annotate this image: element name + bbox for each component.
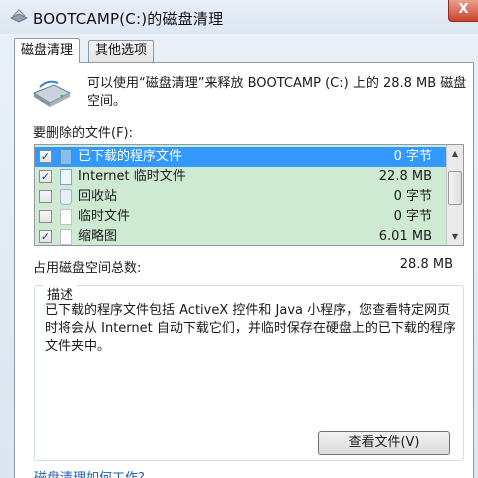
tab-more-options[interactable]: 其他选项	[88, 40, 155, 62]
files-listbox[interactable]: ✓ 已下载的程序文件 0 字节 ✓ Internet 临时文件 22.8 MB …	[34, 144, 464, 246]
file-row-temp-files[interactable]: 临时文件 0 字节	[35, 207, 446, 227]
files-to-delete-label: 要删除的文件(F):	[33, 126, 134, 141]
file-size: 22.8 MB	[378, 169, 432, 184]
file-row-thumbnails[interactable]: ✓ 缩略图 6.01 MB	[35, 227, 446, 245]
disk-cleanup-icon	[10, 9, 28, 23]
file-icon	[60, 209, 72, 225]
vertical-scrollbar[interactable]: ▲ ▼	[446, 145, 463, 245]
title-bar[interactable]: BOOTCAMP(C:)的磁盘清理 X	[0, 0, 478, 34]
file-size: 6.01 MB	[378, 229, 432, 244]
drive-icon	[32, 80, 72, 107]
file-size: 0 字节	[393, 189, 432, 204]
view-files-button[interactable]: 查看文件(V)	[318, 431, 450, 455]
checkbox-downloaded-programs[interactable]: ✓	[39, 150, 52, 163]
tab-bar: 磁盘清理 其他选项	[14, 38, 474, 63]
scroll-up-arrow-icon[interactable]: ▲	[447, 145, 463, 162]
description-legend: 描述	[43, 284, 78, 303]
file-name: Internet 临时文件	[78, 169, 186, 184]
file-row-recycle-bin[interactable]: 回收站 0 字节	[35, 187, 446, 207]
checkbox-temp-files[interactable]	[39, 210, 52, 223]
total-space-value: 28.8 MB	[399, 257, 453, 272]
total-space-label: 占用磁盘空间总数:	[33, 261, 142, 276]
disk-cleanup-window: BOOTCAMP(C:)的磁盘清理 X 磁盘清理 其他选项 可以使用“磁盘清理”…	[0, 0, 478, 478]
close-button[interactable]: X	[448, 0, 478, 22]
file-icon	[60, 229, 72, 245]
checkbox-thumbnails[interactable]: ✓	[39, 230, 52, 243]
help-link[interactable]: 磁盘清理如何工作?	[34, 467, 145, 478]
file-name: 已下载的程序文件	[78, 149, 183, 164]
tab-disk-cleanup[interactable]: 磁盘清理	[14, 38, 81, 63]
folder-icon	[60, 149, 72, 165]
file-name: 临时文件	[78, 209, 131, 224]
description-text: 已下载的程序文件包括 ActiveX 控件和 Java 小程序，您查看特定网页时…	[45, 303, 456, 354]
scroll-down-arrow-icon[interactable]: ▼	[447, 228, 463, 245]
file-row-downloaded-programs[interactable]: ✓ 已下载的程序文件 0 字节	[35, 147, 446, 167]
file-name: 回收站	[78, 189, 118, 204]
checkbox-internet-temp[interactable]: ✓	[39, 170, 52, 183]
tab-panel: 可以使用“磁盘清理”来释放 BOOTCAMP (C:) 上的 28.8 MB 磁…	[14, 62, 474, 478]
file-size: 0 字节	[393, 149, 432, 164]
window-title: BOOTCAMP(C:)的磁盘清理	[33, 10, 224, 28]
file-row-internet-temp[interactable]: ✓ Internet 临时文件 22.8 MB	[35, 167, 446, 187]
file-size: 0 字节	[393, 209, 432, 224]
checkbox-recycle-bin[interactable]	[39, 190, 52, 203]
file-name: 缩略图	[78, 229, 118, 244]
doc-icon	[60, 169, 72, 185]
intro-text: 可以使用“磁盘清理”来释放 BOOTCAMP (C:) 上的 28.8 MB 磁…	[87, 76, 467, 109]
recycle-bin-icon	[60, 189, 72, 205]
scroll-thumb[interactable]	[448, 171, 462, 205]
